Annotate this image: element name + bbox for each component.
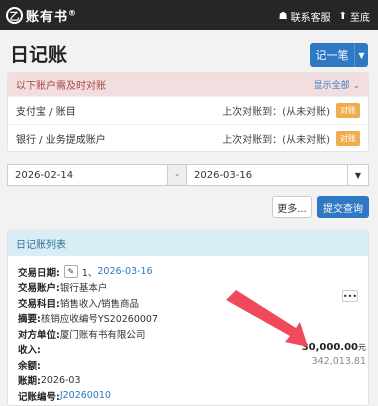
alert-header: 以下账户需及时对账 显示全部 ⌄ (8, 73, 368, 96)
reconcile-status: 上次对账到：(从未对账) (222, 107, 330, 118)
account-name: 银行 / 业务提成账户 (16, 135, 106, 146)
app-logo[interactable]: 乙 账有书® (6, 6, 77, 25)
new-entry-button[interactable]: 记一笔 ▼ (310, 43, 368, 67)
chevron-down-icon[interactable]: ▼ (354, 43, 368, 67)
journal-list-panel: 日记账列表 交易日期: ✎ 1、 2026-03-16 交易账户: 银行基本户 … (7, 230, 369, 406)
date-label: 交易日期: (18, 267, 60, 279)
memo-label: 摘要: (18, 314, 41, 326)
entry-seq: 1、 (81, 267, 98, 279)
period-label: 账期: (18, 376, 41, 388)
logo-mark: 乙 (6, 7, 23, 24)
entry-subject: 销售收入/销售商品 (59, 298, 140, 310)
income-label: 收入: (18, 345, 41, 357)
journal-entry: 交易日期: ✎ 1、 2026-03-16 交易账户: 银行基本户 交易科目: … (8, 256, 368, 406)
reconcile-status: 上次对账到：(从未对账) (222, 135, 330, 146)
show-all-toggle[interactable]: 显示全部 ⌄ (314, 78, 360, 91)
subject-label: 交易科目: (18, 298, 60, 310)
page-title: 日记账 (10, 44, 68, 66)
logo-text: 账有书® (26, 8, 78, 25)
voucher-label: 记账编号: (18, 391, 60, 403)
voucher-link[interactable]: J20260010 (60, 390, 111, 401)
income-amount: 30,000.00元 (301, 342, 366, 353)
balance-amount: 342,013.81 (311, 356, 366, 367)
entry-party: 厦门账有书有限公司 (59, 329, 146, 341)
account-row: 银行 / 业务提成账户 上次对账到：(从未对账) 对账 (8, 124, 368, 152)
entry-period-line: 账期: 2026-03 (18, 373, 358, 389)
reconcile-alert-panel: 以下账户需及时对账 显示全部 ⌄ 支付宝 / 账目 上次对账到：(从未对账) 对… (7, 72, 369, 152)
entry-voucher-line: 记账编号: J20260010 (18, 388, 358, 404)
party-label: 对方单位: (18, 329, 60, 341)
entry-date-line: 交易日期: ✎ 1、 2026-03-16 (18, 264, 358, 280)
edit-icon[interactable]: ✎ (63, 265, 78, 279)
chevron-down-icon: ⌄ (352, 81, 360, 91)
contact-support-label: 联系客服 (290, 13, 331, 24)
start-date-input[interactable]: 2026-02-14 (7, 164, 168, 186)
account-row: 支付宝 / 账目 上次对账到：(从未对账) 对账 (8, 96, 368, 124)
more-filters-button[interactable]: 更多... (272, 196, 312, 218)
end-date-input[interactable]: 2026-03-16 (186, 164, 348, 186)
journal-list-title: 日记账列表 (8, 231, 368, 256)
alert-title: 以下账户需及时对账 (16, 81, 106, 92)
account-name: 支付宝 / 账目 (16, 107, 76, 118)
entry-account-line: 交易账户: 银行基本户 (18, 280, 358, 296)
new-entry-label: 记一笔 (315, 49, 349, 62)
entry-balance-line: 余额: (18, 357, 358, 373)
date-separator: - (167, 164, 187, 186)
date-range-dropdown[interactable]: ▼ (347, 164, 369, 186)
upload-icon: ⬆ (338, 11, 347, 22)
entry-party-line: 对方单位: 厦门账有书有限公司 (18, 326, 358, 342)
submit-query-button[interactable]: 提交查询 (317, 196, 369, 218)
entry-memo: 核销应收编号YS20260007 (40, 314, 158, 326)
scroll-bottom-label: 至底 (350, 13, 370, 24)
top-nav-bar: 乙 账有书® ☗ 联系客服 ⬆ 至底 (0, 0, 378, 30)
mortarboard-icon: ☗ (278, 11, 288, 22)
balance-label: 余额: (18, 360, 41, 372)
scroll-bottom-link[interactable]: ⬆ 至底 (339, 9, 370, 24)
ellipsis-icon: ••• (342, 291, 358, 301)
top-links: ☗ 联系客服 ⬆ 至底 (279, 9, 370, 24)
reconcile-button[interactable]: 对账 (336, 131, 360, 146)
caret-down-icon: ▼ (354, 170, 362, 180)
reconcile-button[interactable]: 对账 (336, 103, 360, 118)
contact-support-link[interactable]: ☗ 联系客服 (279, 9, 331, 24)
entry-memo-line: 摘要: 核销应收编号YS20260007 (18, 311, 358, 327)
entry-account: 银行基本户 (59, 283, 108, 295)
more-actions-button[interactable]: ••• (342, 290, 358, 302)
entry-period: 2026-03 (40, 374, 81, 386)
entry-date-link[interactable]: 2026-03-16 (97, 266, 152, 277)
entry-subject-line: 交易科目: 销售收入/销售商品 (18, 295, 358, 311)
account-label: 交易账户: (18, 283, 60, 295)
